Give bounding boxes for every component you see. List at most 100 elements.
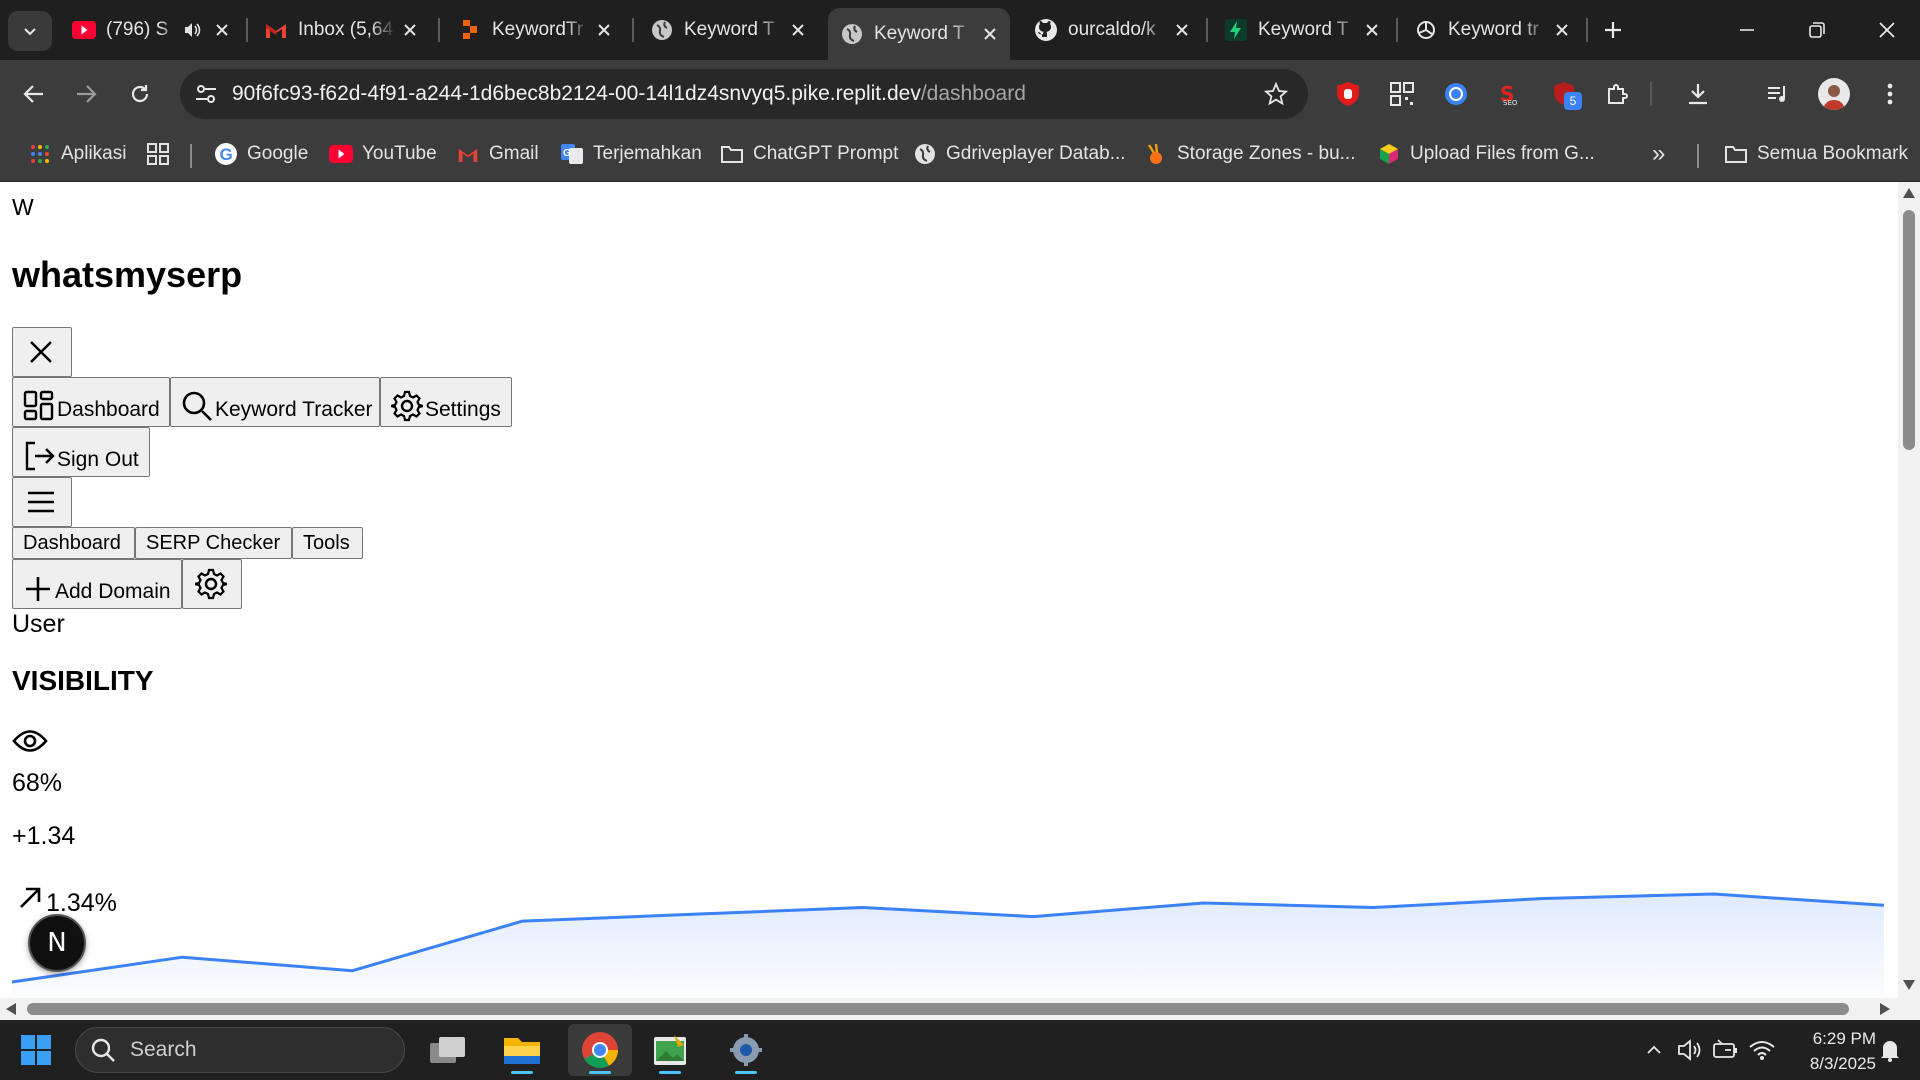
forward-button[interactable]: [64, 72, 108, 116]
browser-tab[interactable]: Inbox (5,64: [252, 8, 430, 52]
tab-groups-button[interactable]: [146, 138, 179, 170]
file-explorer-app[interactable]: [494, 1024, 550, 1076]
bookmark-chatgpt-prompt[interactable]: ChatGPT Prompt: [720, 138, 898, 170]
tab-label: SERP Checker: [146, 531, 281, 554]
system-clock[interactable]: 6:29 PM 8/3/2025: [1780, 1026, 1876, 1076]
browser-tab[interactable]: KeywordTr: [446, 8, 624, 52]
photo-editor-app[interactable]: [642, 1024, 698, 1076]
bookmark-gdriveplayer[interactable]: Gdriveplayer Datab...: [913, 138, 1126, 170]
restore-button[interactable]: [1794, 10, 1840, 50]
nextjs-dev-badge[interactable]: N: [28, 914, 86, 972]
tab-title: Keyword T: [684, 19, 775, 40]
clock-date: 8/3/2025: [1809, 1054, 1876, 1073]
search-icon: [182, 391, 212, 421]
button-label: Add Domain: [55, 580, 171, 603]
volume-icon[interactable]: [1676, 1036, 1704, 1064]
back-button[interactable]: [12, 72, 56, 116]
browser-tab-active[interactable]: Keyword T: [828, 8, 1010, 60]
seo-extension-icon[interactable]: S SEO: [1496, 80, 1524, 108]
close-tab-icon[interactable]: [784, 16, 812, 44]
scroll-left-arrow[interactable]: [6, 1003, 16, 1015]
bookmark-gmail[interactable]: Gmail: [456, 138, 539, 170]
bookmark-star-icon[interactable]: [1264, 82, 1288, 106]
browser-tab[interactable]: (796) S: [60, 8, 242, 52]
tab-title: Keyword tr: [1448, 19, 1539, 40]
search-placeholder: Search: [130, 1038, 197, 1061]
vertical-scrollbar[interactable]: [1898, 182, 1920, 998]
tab-dashboard[interactable]: Dashboard: [12, 527, 135, 559]
address-bar[interactable]: 90f6fc93-f62d-4f91-a244-1d6bec8b2124-00-…: [180, 69, 1308, 119]
scroll-down-arrow[interactable]: [1903, 980, 1915, 990]
close-window-button[interactable]: [1864, 10, 1910, 50]
scroll-right-arrow[interactable]: [1880, 1003, 1890, 1015]
svg-text:G: G: [563, 148, 571, 159]
page-viewport: W whatsmyserp Dashboard Keyword Tracker …: [0, 182, 1898, 998]
sidebar-keyword-tracker-button[interactable]: Keyword Tracker: [170, 377, 380, 427]
speaker-icon[interactable]: [178, 16, 206, 44]
start-button[interactable]: [8, 1024, 64, 1076]
profile-avatar[interactable]: [1818, 78, 1850, 110]
close-tab-icon[interactable]: [396, 16, 424, 44]
wifi-icon[interactable]: [1748, 1036, 1776, 1064]
site-info-icon[interactable]: [180, 83, 232, 105]
close-icon: [1879, 22, 1895, 38]
close-tab-icon[interactable]: [1548, 16, 1576, 44]
tab-tools[interactable]: Tools: [292, 527, 363, 559]
tab-title: Keyword T: [874, 23, 965, 44]
bookmark-translate[interactable]: G Terjemahkan: [560, 138, 702, 170]
minimize-button[interactable]: [1724, 10, 1770, 50]
menu-kebab-icon[interactable]: [1876, 80, 1904, 108]
browser-tab[interactable]: Keyword tr: [1402, 8, 1582, 52]
taskbar-search-box[interactable]: Search: [75, 1027, 405, 1073]
folder-icon: [504, 1038, 540, 1064]
domain-settings-button[interactable]: [182, 559, 242, 609]
close-tab-icon[interactable]: [1168, 16, 1196, 44]
bookmark-upload-files[interactable]: Upload Files from G...: [1377, 138, 1595, 170]
chevron-down-icon: [24, 28, 36, 36]
blue-circle-extension-icon[interactable]: [1442, 80, 1470, 108]
tab-search-button[interactable]: [8, 11, 52, 51]
google-icon: G: [214, 142, 238, 166]
bookmark-google[interactable]: G Google: [214, 138, 308, 170]
show-hidden-icons-chevron[interactable]: [1640, 1036, 1668, 1064]
close-tab-icon[interactable]: [976, 20, 1004, 48]
browser-tab[interactable]: ourcaldo/k: [1022, 8, 1202, 52]
menu-toggle-button[interactable]: [12, 477, 72, 527]
close-sidebar-button[interactable]: [12, 327, 72, 377]
settings-app[interactable]: [718, 1024, 774, 1076]
sign-out-button[interactable]: Sign Out: [12, 427, 150, 477]
browser-tab[interactable]: Keyword T: [1212, 8, 1392, 52]
notification-bell-icon[interactable]: [1876, 1036, 1904, 1064]
battery-icon[interactable]: [1712, 1036, 1740, 1064]
task-view-button[interactable]: [420, 1024, 476, 1076]
sidebar-dashboard-button[interactable]: Dashboard: [12, 377, 170, 427]
browser-tab[interactable]: Keyword T: [638, 8, 818, 52]
chrome-app[interactable]: [568, 1024, 632, 1076]
qr-extension-icon[interactable]: [1388, 80, 1416, 108]
bookmark-youtube[interactable]: YouTube: [329, 138, 437, 170]
bookmark-apps[interactable]: Aplikasi: [28, 138, 126, 170]
add-domain-button[interactable]: Add Domain: [12, 559, 182, 609]
scroll-up-arrow[interactable]: [1903, 188, 1915, 198]
new-tab-button[interactable]: [1590, 10, 1636, 50]
replit-icon: [458, 18, 482, 42]
puzzle-extensions-icon[interactable]: [1604, 80, 1632, 108]
horizontal-scrollbar[interactable]: [0, 998, 1920, 1020]
tab-serp-checker[interactable]: SERP Checker: [135, 527, 292, 559]
bolt-icon: [1224, 18, 1248, 42]
close-tab-icon[interactable]: [208, 16, 236, 44]
media-control-icon[interactable]: [1764, 80, 1792, 108]
horizontal-scroll-thumb[interactable]: [27, 1003, 1849, 1015]
more-bookmarks-button[interactable]: »: [1652, 138, 1665, 170]
download-icon[interactable]: [1684, 80, 1712, 108]
vertical-scroll-thumb[interactable]: [1903, 210, 1915, 450]
all-bookmarks-button[interactable]: Semua Bookmark: [1724, 138, 1908, 170]
close-tab-icon[interactable]: [590, 16, 618, 44]
reload-button[interactable]: [118, 72, 162, 116]
sidebar-settings-button[interactable]: Settings: [380, 377, 512, 427]
close-tab-icon[interactable]: [1358, 16, 1386, 44]
bookmark-storage-zones[interactable]: Storage Zones - bu...: [1144, 138, 1356, 170]
ublock-extension-icon[interactable]: [1334, 80, 1362, 108]
shield-extension-icon[interactable]: 5: [1550, 80, 1582, 110]
bookmark-label: Gdriveplayer Datab...: [946, 143, 1126, 164]
